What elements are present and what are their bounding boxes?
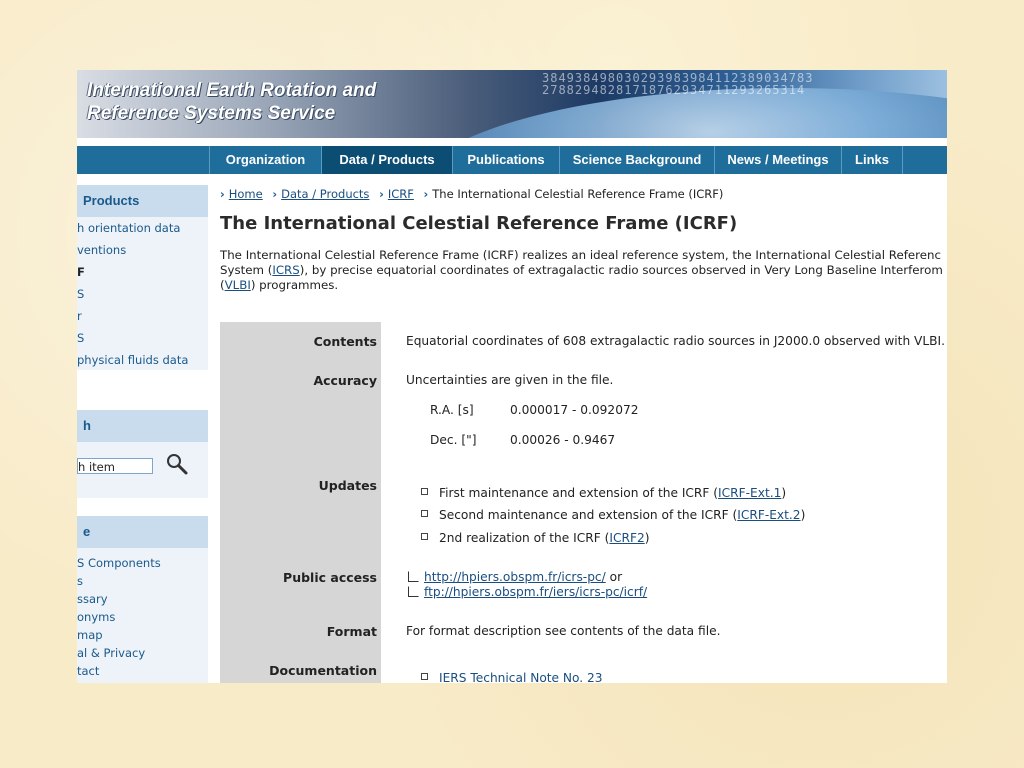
chevron-right-icon: ›	[423, 187, 429, 201]
public-access-value-2: ftp://hpiers.obspm.fr/iers/icrs-pc/icrf/	[408, 585, 647, 599]
external-link-icon	[408, 586, 419, 597]
sidebar-item-orientation-data[interactable]: h orientation data	[77, 219, 208, 237]
search-input[interactable]: h item	[77, 458, 153, 474]
bullet-icon	[421, 673, 428, 680]
breadcrumb-home[interactable]: Home	[229, 187, 263, 201]
chevron-right-icon: ›	[272, 187, 278, 201]
intro-paragraph: The International Celestial Reference Fr…	[220, 248, 943, 292]
dec-value: 0.00026 - 0.9467	[510, 433, 616, 447]
site-title[interactable]: International Earth Rotation and Referen…	[87, 79, 376, 125]
updates-label: Updates	[318, 478, 377, 493]
nav-news-meetings[interactable]: News / Meetings	[714, 146, 841, 174]
breadcrumb-current: The International Celestial Reference Fr…	[432, 187, 724, 201]
icrf-ext2-link[interactable]: ICRF-Ext.2	[737, 508, 800, 522]
sidebar-misc-heading: e	[77, 516, 208, 548]
accuracy-value: Uncertainties are given in the file.	[406, 373, 614, 387]
sidebar-item-sitemap[interactable]: map	[77, 626, 208, 644]
public-access-value-1: http://hpiers.obspm.fr/icrs-pc/ or	[408, 570, 622, 584]
sidebar-item-geophysical-fluids[interactable]: physical fluids data	[77, 351, 208, 369]
sidebar-products: Products h orientation data ventions F S…	[77, 185, 208, 370]
site-banner: 384938498030293983984112389034783 278829…	[77, 70, 947, 138]
nav-publications[interactable]: Publications	[452, 146, 559, 174]
icrs-link[interactable]: ICRS	[272, 263, 299, 277]
contents-label: Contents	[313, 334, 377, 349]
sidebar-misc: e S Components s ssary onyms map al & Pr…	[77, 516, 208, 683]
info-table: Contents Equatorial coordinates of 608 e…	[220, 322, 947, 683]
browser-screenshot: 384938498030293983984112389034783 278829…	[77, 70, 947, 683]
sidebar-item-contact[interactable]: tact	[77, 662, 208, 680]
banner-digits: 384938498030293983984112389034783 278829…	[542, 71, 814, 97]
ra-label: R.A. [s]	[430, 403, 474, 417]
dec-label: Dec. ["]	[430, 433, 477, 447]
main-navigation: Organization Data / Products Publication…	[77, 146, 947, 174]
nav-organization[interactable]: Organization	[209, 146, 321, 174]
vlbi-link[interactable]: VLBI	[225, 278, 251, 292]
chevron-right-icon: ›	[379, 187, 384, 201]
icrf-ext1-link[interactable]: ICRF-Ext.1	[718, 486, 781, 500]
external-link-icon	[408, 571, 419, 582]
sidebar-item-acronyms[interactable]: onyms	[77, 608, 208, 626]
site-title-line1: International Earth Rotation and	[87, 80, 377, 101]
technical-note-link[interactable]: IERS Technical Note No. 23	[439, 671, 603, 683]
documentation-label: Documentation	[269, 663, 377, 678]
update-item: Second maintenance and extension of the …	[421, 508, 805, 522]
sidebar-search-heading: h	[77, 410, 208, 442]
contents-value: Equatorial coordinates of 608 extragalac…	[406, 334, 946, 348]
bullet-icon	[421, 488, 428, 495]
bullet-icon	[421, 533, 428, 540]
accuracy-label: Accuracy	[313, 373, 377, 388]
bullet-icon	[421, 510, 428, 517]
update-item: 2nd realization of the ICRF (ICRF2)	[421, 531, 649, 545]
nav-science-background[interactable]: Science Background	[559, 146, 714, 174]
sidebar-products-heading: Products	[77, 185, 208, 217]
sidebar-item-legal-privacy[interactable]: al & Privacy	[77, 644, 208, 662]
page-title: The International Celestial Reference Fr…	[220, 213, 738, 234]
sidebar-item-s[interactable]: S	[77, 285, 208, 303]
search-icon[interactable]	[165, 452, 189, 476]
format-value: For format description see contents of t…	[406, 624, 721, 638]
ftp-link[interactable]: ftp://hpiers.obspm.fr/iers/icrs-pc/icrf/	[424, 585, 647, 599]
update-item: First maintenance and extension of the I…	[421, 486, 786, 500]
main-content: › Home › Data / Products › ICRF › The Intern…	[220, 186, 947, 683]
chevron-right-icon: ›	[220, 187, 225, 201]
nav-links[interactable]: Links	[841, 146, 903, 174]
breadcrumb-data-products[interactable]: Data / Products	[281, 187, 369, 201]
format-label: Format	[326, 624, 377, 639]
nav-data-products[interactable]: Data / Products	[321, 146, 452, 174]
sidebar-item-r[interactable]: r	[77, 307, 208, 325]
breadcrumb-icrf[interactable]: ICRF	[388, 187, 414, 201]
sidebar-item-glossary[interactable]: ssary	[77, 590, 208, 608]
sidebar-item-components[interactable]: S Components	[77, 554, 208, 572]
http-link[interactable]: http://hpiers.obspm.fr/icrs-pc/	[424, 570, 606, 584]
public-access-label: Public access	[283, 570, 377, 585]
site-title-line2: Reference Systems Service	[87, 103, 336, 124]
sidebar-item-conventions[interactable]: ventions	[77, 241, 208, 259]
icrf2-link[interactable]: ICRF2	[609, 531, 644, 545]
sidebar-item-s2[interactable]: S	[77, 329, 208, 347]
ra-value: 0.000017 - 0.092072	[510, 403, 639, 417]
sidebar-item-icrf[interactable]: F	[77, 263, 208, 281]
breadcrumb: › Home › Data / Products › ICRF › The Intern…	[220, 186, 947, 202]
documentation-item: IERS Technical Note No. 23	[421, 671, 603, 683]
sidebar-item-s3[interactable]: s	[77, 572, 208, 590]
